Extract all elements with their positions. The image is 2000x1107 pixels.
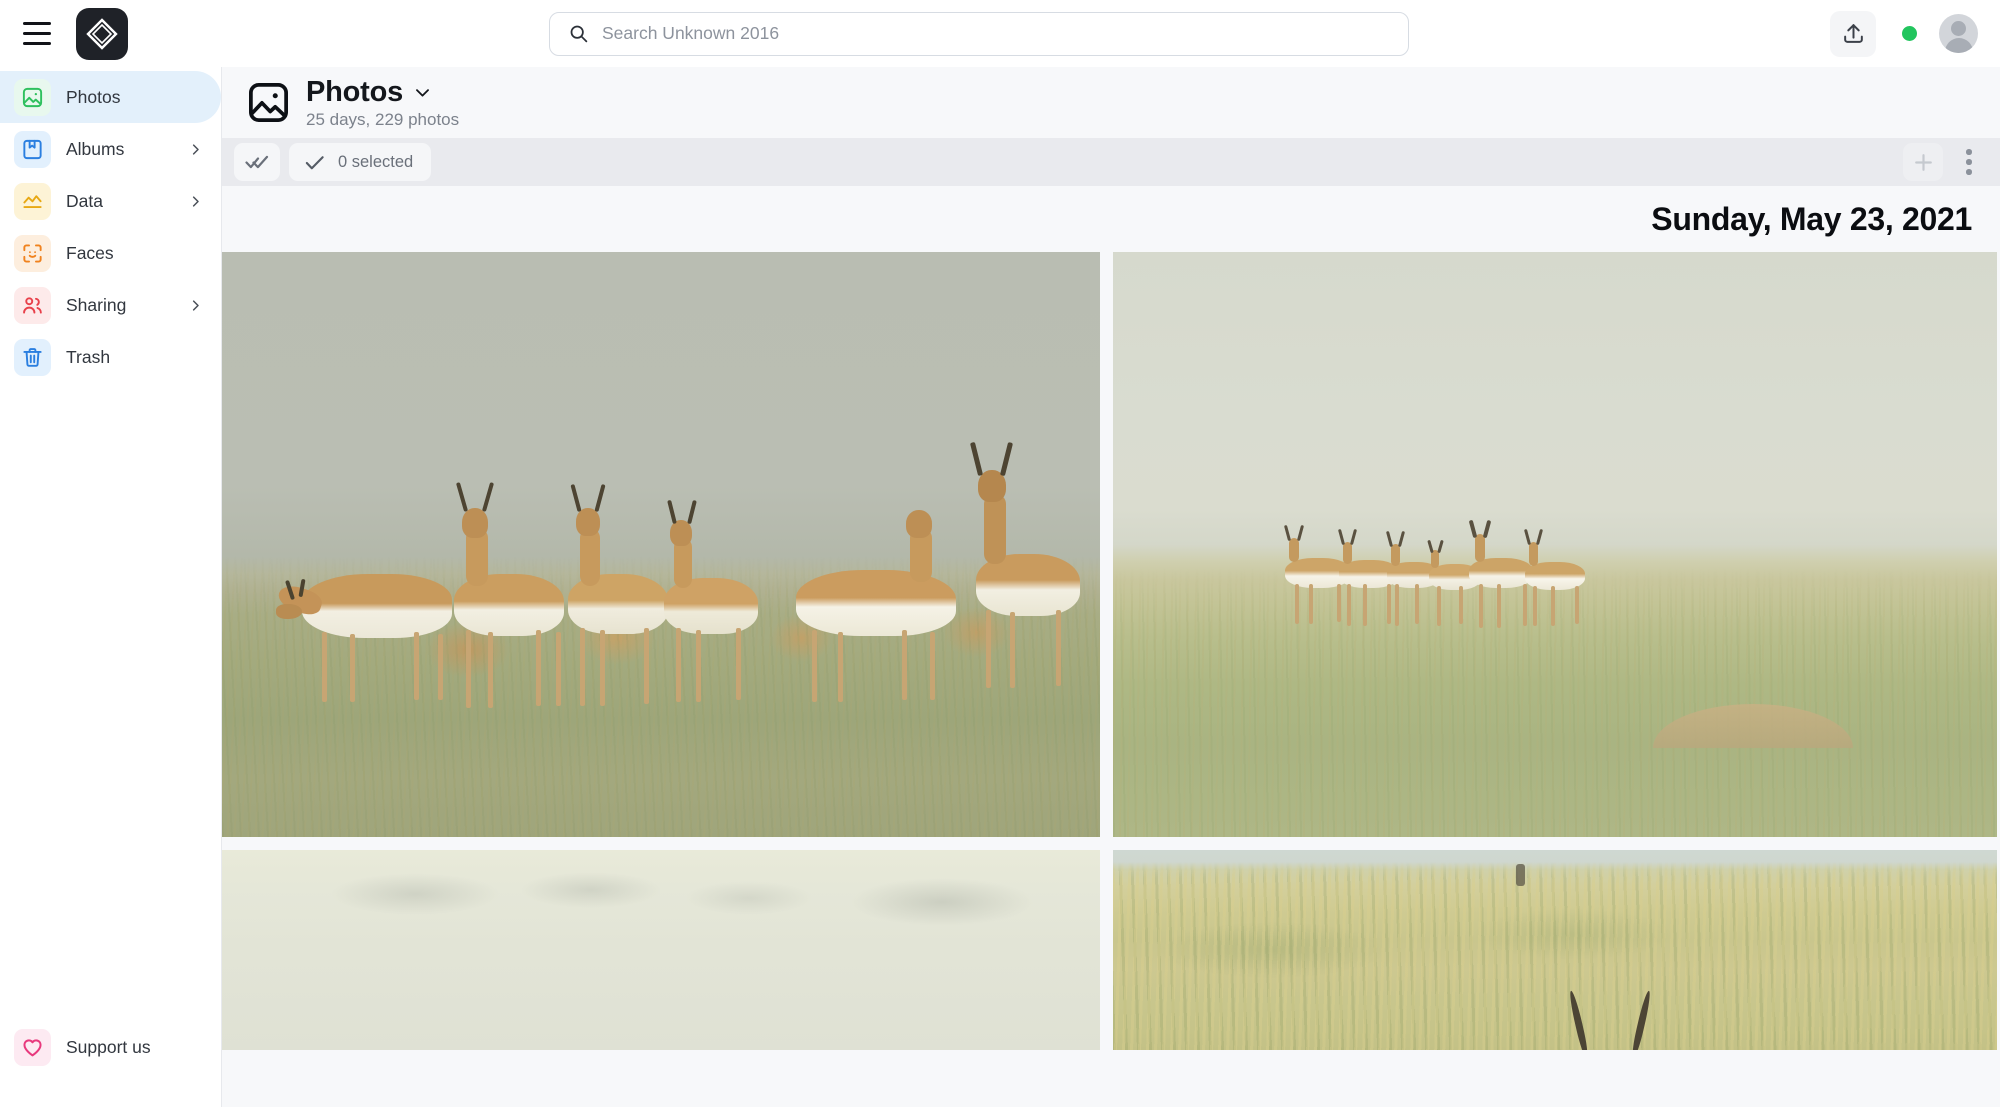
app-root: Photos Albums [0,0,2000,1107]
topbar-actions [1830,10,2000,57]
hamburger-menu-icon[interactable] [14,11,60,57]
plus-icon [1911,150,1936,175]
diamond-logo-icon[interactable] [76,7,128,60]
user-avatar-icon[interactable] [1939,14,1978,53]
support-us-label: Support us [66,1036,151,1057]
search-icon [568,23,589,44]
more-vertical-icon[interactable] [1952,143,1986,181]
photo-row [222,850,2000,1050]
sidebar-item-label: Photos [66,86,121,107]
sidebar-item-data[interactable]: Data [0,175,221,227]
add-to-album-button[interactable] [1903,143,1943,181]
chevron-right-icon [188,142,207,157]
date-group-heading: Sunday, May 23, 2021 [1651,200,1972,237]
status-dot [1902,26,1917,41]
photo-row [222,252,2000,837]
photo-grid [222,252,2000,1050]
search-bar[interactable] [549,11,1409,56]
antelope-figure [950,441,1085,692]
heart-icon [14,1028,51,1066]
hamburger-line [23,42,51,46]
body-row: Photos Albums Data Faces Sharing Trash S… [0,67,2000,1107]
photos-icon [14,78,51,116]
page-title-row[interactable]: Photos [306,76,459,109]
sidebar-item-support-us[interactable]: Support us [0,1021,221,1073]
select-all-button[interactable] [234,143,280,181]
chevron-right-icon [188,194,207,209]
selected-count-label: 0 selected [338,152,414,171]
page-header: Photos 25 days, 229 photos [222,67,2000,138]
top-bar [0,0,2000,67]
grass-texture-overlay [1113,850,1997,1050]
avatar-body [1944,38,1973,53]
sidebar: Photos Albums Data Faces Sharing Trash S… [0,67,222,1107]
avatar-head [1951,21,1966,36]
distant-herd-group [1279,519,1589,640]
page-title: Photos [306,75,404,108]
faces-icon [14,234,51,272]
sidebar-item-trash[interactable]: Trash [0,331,221,383]
chevron-right-icon [188,298,207,313]
antelope-figure [782,488,972,708]
selected-count-button[interactable]: 0 selected [289,143,432,181]
photo-frame-icon [246,80,291,125]
haze-overlay [222,850,1100,1050]
sidebar-item-label: Data [66,190,103,211]
dot [1966,169,1972,175]
sharing-icon [14,286,51,324]
hamburger-line [23,31,51,36]
sidebar-nav: Photos Albums Data Faces Sharing Trash [0,71,221,383]
data-chart-icon [14,182,51,220]
photo-tile-pronghorn-herd-distant[interactable] [1113,252,1997,837]
antelope-figure [652,492,772,707]
albums-icon [14,130,51,168]
sidebar-item-sharing[interactable]: Sharing [0,279,221,331]
double-check-icon [245,150,269,174]
sidebar-item-label: Sharing [66,294,127,315]
sidebar-item-albums[interactable]: Albums [0,123,221,175]
check-icon [303,151,326,174]
sidebar-item-photos[interactable]: Photos [0,71,221,123]
sidebar-item-faces[interactable]: Faces [0,227,221,279]
photo-gallery[interactable]: Sunday, May 23, 2021 [222,186,2000,1107]
photo-tile-hazy-sky-landscape[interactable] [222,850,1100,1050]
dot [1966,159,1972,165]
photo-tile-pronghorn-herd-closeup[interactable] [222,252,1100,837]
distant-post [1516,864,1525,886]
page-subtitle: 25 days, 229 photos [306,109,460,129]
search-input[interactable] [602,23,1390,44]
dot [1966,149,1972,155]
sidebar-item-label: Trash [66,346,111,367]
page-header-text: Photos 25 days, 229 photos [306,76,459,130]
search-area [128,11,1830,56]
upload-icon[interactable] [1830,10,1876,57]
hamburger-line [23,21,51,25]
main-content: Photos 25 days, 229 photos 0 selected Su… [222,67,2000,1107]
sidebar-item-label: Faces [66,242,114,263]
selection-toolbar: 0 selected [222,138,2000,186]
photo-tile-grassland-with-horns[interactable] [1113,850,1997,1050]
trash-icon [14,338,51,376]
chevron-down-icon[interactable] [413,83,432,102]
sidebar-item-label: Albums [66,138,125,159]
